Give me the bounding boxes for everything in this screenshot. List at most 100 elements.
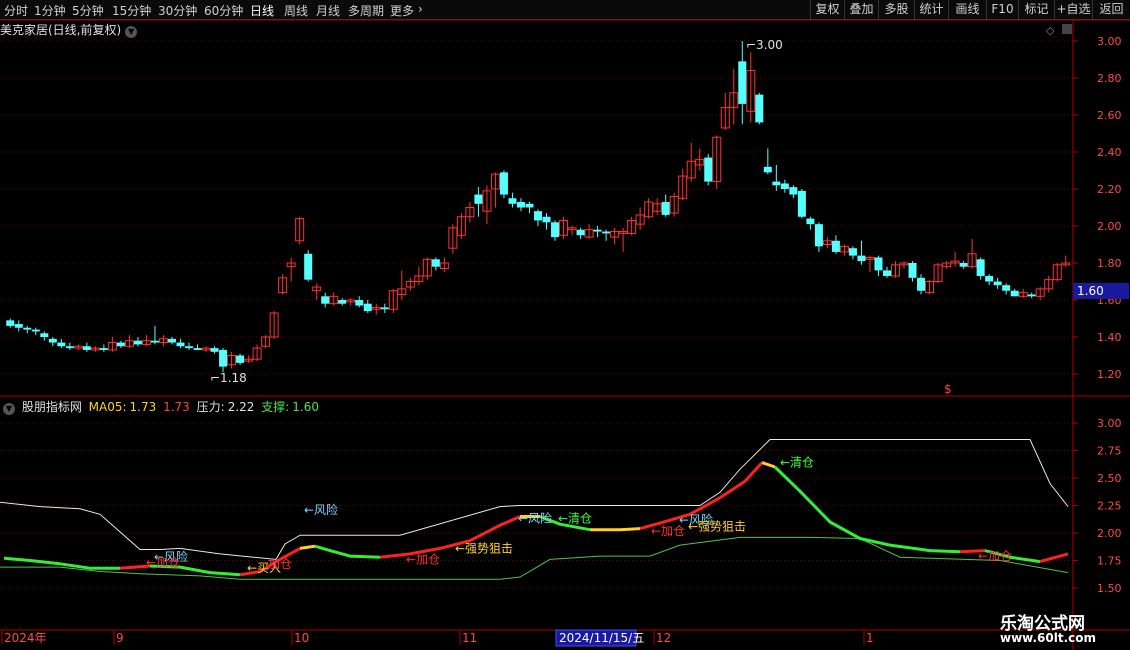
ma-value-2: 1.73 — [163, 400, 190, 414]
candle-body-down — [593, 229, 602, 232]
price-tick-label: 1.20 — [1097, 368, 1122, 381]
ma05-segment — [761, 461, 776, 469]
indicator-annotation: ←清仓 — [558, 512, 592, 526]
candle-body-down — [499, 172, 508, 195]
time-axis-label: 1 — [866, 631, 874, 645]
ma05-segment — [314, 544, 381, 559]
chart-settings-icon[interactable] — [1062, 24, 1072, 34]
indicator-annotation: ←风险 — [518, 511, 552, 526]
candle-body-down — [65, 346, 74, 349]
candle-body-down — [1010, 290, 1019, 297]
candle-body-down — [304, 253, 313, 280]
candle-body-down — [908, 263, 917, 278]
time-axis-label: 10 — [294, 631, 309, 645]
candle-body-down — [516, 201, 525, 208]
time-axis-label: 9 — [116, 631, 124, 645]
diamond-icon[interactable]: ◇ — [1046, 24, 1055, 37]
candle-body-down — [185, 346, 194, 349]
watermark-url: www.60lt.com — [1000, 631, 1097, 645]
chevron-down-icon[interactable]: ▼ — [3, 403, 15, 415]
candle-body-down — [704, 157, 713, 182]
candle-body-down — [985, 275, 994, 282]
indicator-annotation: ←强势狙击 — [455, 541, 513, 555]
stock-name: 美克家居(日线,前复权) — [0, 23, 122, 37]
candle-body-down — [797, 190, 806, 217]
candle-body-down — [874, 257, 883, 271]
candle-body-down — [542, 216, 551, 223]
pressure-label: 压力: — [196, 400, 225, 414]
indicator-annotation: ←加仓 — [978, 549, 1012, 563]
candle-body-down — [355, 300, 364, 306]
price-tick-label: 1.80 — [1097, 257, 1122, 270]
candle-body-down — [661, 201, 670, 215]
indicator-tick-label: 1.50 — [1097, 582, 1122, 595]
candle-body-down — [321, 296, 330, 304]
price-tick-label: 3.00 — [1097, 35, 1122, 48]
price-tick-label: 2.80 — [1097, 72, 1122, 85]
support-value: 1.60 — [292, 400, 319, 414]
candle-body-down — [780, 183, 789, 189]
candle-body-down — [40, 333, 49, 337]
candle-body-down — [789, 187, 798, 195]
candle-body-down — [602, 231, 611, 234]
candle-body-down — [474, 194, 483, 204]
chevron-down-icon[interactable]: ▼ — [125, 26, 138, 38]
ma05-segment — [773, 465, 961, 554]
candle-body-down — [48, 338, 57, 343]
indicator-tick-label: 1.75 — [1097, 555, 1122, 568]
indicator-tick-label: 2.25 — [1097, 500, 1122, 513]
price-tick-label: 2.00 — [1097, 220, 1122, 233]
candle-body-down — [363, 303, 372, 312]
cursor-date-label: 2024/11/15/五 — [559, 631, 644, 645]
indicator-tick-label: 2.00 — [1097, 527, 1122, 540]
candle-body-down — [431, 259, 440, 267]
candle-body-down — [210, 348, 219, 352]
indicator-annotation: ←风险 — [304, 502, 338, 517]
candle-body-down — [150, 340, 159, 343]
candle-body-down — [31, 329, 40, 332]
price-tick-label: 1.40 — [1097, 331, 1122, 344]
candle-body-down — [133, 340, 142, 345]
candle-body-down — [176, 342, 185, 347]
time-axis-label: 2024年 — [4, 631, 47, 645]
candle-body-down — [57, 342, 66, 347]
candle-body-down — [831, 240, 840, 252]
candle-body-down — [219, 349, 228, 367]
candle-body-down — [993, 281, 1002, 286]
indicator-tick-label: 3.00 — [1097, 417, 1122, 430]
chart-canvas[interactable]: ←风险←加仓 ←买入加仓←风险←加仓←强势狙击←风险 ←清仓←加仓←风险←强势狙击←… — [0, 0, 1130, 650]
indicator-title-bar: ▼ 股朋指标网 MA05: 1.73 1.73 压力: 2.22 支撑: 1.60 — [0, 398, 322, 415]
candle-body-down — [959, 263, 968, 267]
candle-body-down — [576, 229, 585, 236]
price-tick-label: 2.20 — [1097, 183, 1122, 196]
support-label: 支撑: — [261, 400, 290, 414]
candle-body-down — [14, 324, 23, 328]
ma-value-1: 1.73 — [129, 400, 157, 414]
candle-body-down — [755, 94, 764, 123]
candle-body-down — [976, 259, 985, 276]
candle-body-down — [338, 300, 347, 304]
candle-body-down — [525, 203, 534, 208]
candle-body-down — [82, 346, 91, 350]
time-axis-label: 11 — [462, 631, 477, 645]
indicator-annotation: ←清仓 — [780, 456, 814, 470]
high-price-marker: ⌐3.00 — [746, 38, 783, 52]
candle-body-down — [193, 348, 202, 350]
candle-body-down — [99, 348, 108, 350]
price-tick-label: 2.40 — [1097, 146, 1122, 159]
indicator-annotation: ←强势狙击 — [688, 519, 746, 533]
candle-body-down — [738, 61, 747, 104]
pressure-value: 2.22 — [227, 400, 255, 414]
ma05-segment — [590, 527, 641, 532]
candle-body-down — [857, 255, 866, 262]
candle-body-down — [236, 355, 245, 363]
candle-body-down — [882, 270, 891, 276]
indicator-tick-label: 2.50 — [1097, 472, 1122, 485]
price-tick-label: 2.60 — [1097, 109, 1122, 122]
indicator-tick-label: 2.75 — [1097, 445, 1122, 458]
candle-body-down — [6, 320, 15, 326]
time-axis-label: 12 — [656, 631, 671, 645]
candle-body-down — [772, 181, 781, 186]
candle-body-down — [167, 338, 176, 343]
candle-body-down — [917, 277, 926, 291]
